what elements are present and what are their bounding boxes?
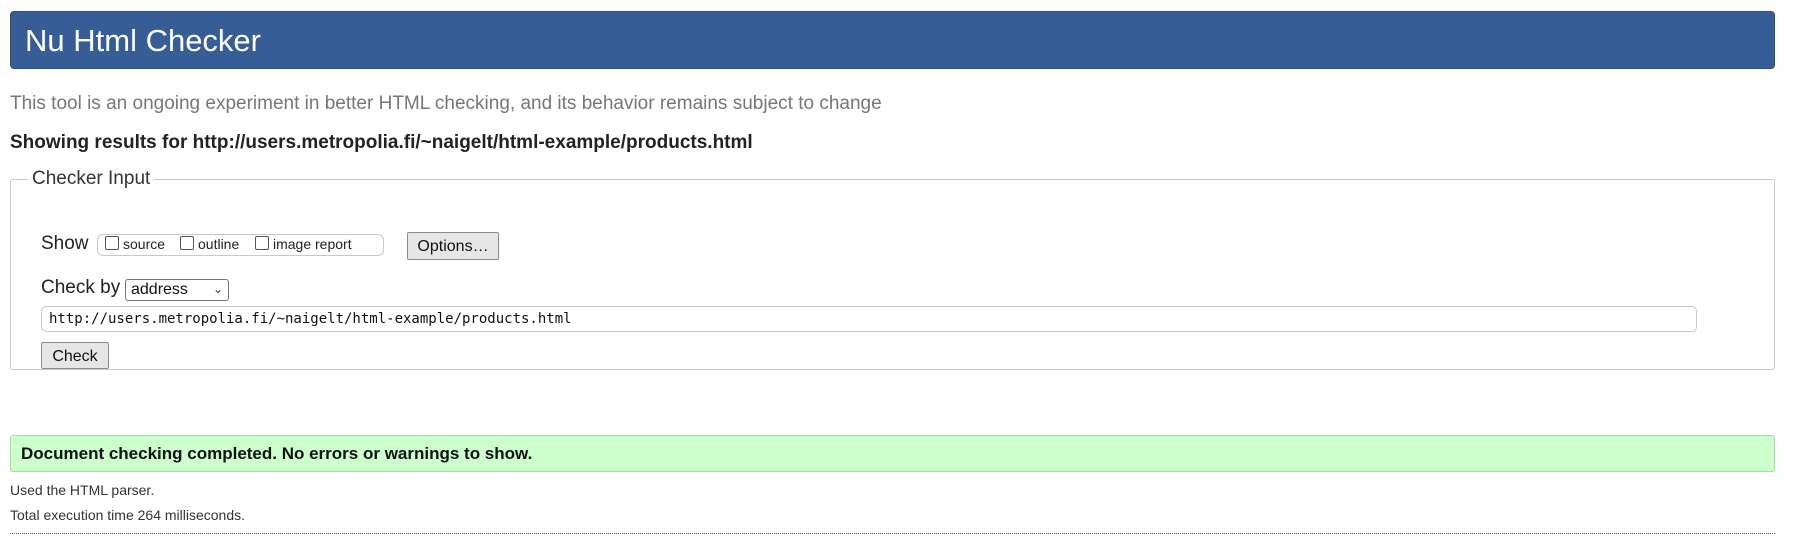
- show-label: Show: [41, 233, 89, 254]
- image-report-checkbox[interactable]: [255, 236, 269, 250]
- chevron-down-icon: ⌄: [212, 282, 223, 296]
- outline-checkbox[interactable]: [180, 236, 194, 250]
- checker-input-legend: Checker Input: [32, 168, 151, 189]
- check-by-selected-value: address: [131, 281, 188, 298]
- options-button[interactable]: Options…: [407, 232, 499, 260]
- source-checkbox[interactable]: [105, 236, 119, 250]
- source-checkbox-label: source: [123, 236, 166, 252]
- success-message: Document checking completed. No errors o…: [21, 444, 533, 463]
- divider: [10, 533, 1775, 534]
- success-message-box: Document checking completed. No errors o…: [10, 435, 1775, 472]
- page: Nu Html Checker This tool is an ongoing …: [0, 0, 1795, 546]
- showing-results-heading: Showing results for http://users.metropo…: [10, 132, 753, 153]
- check-by-label: Check by: [41, 277, 121, 298]
- page-title: Nu Html Checker: [25, 23, 261, 58]
- execution-time: Total execution time 264 milliseconds.: [10, 507, 246, 523]
- show-outline-option[interactable]: outline: [180, 236, 239, 252]
- image-report-checkbox-label: image report: [273, 236, 352, 252]
- url-input[interactable]: http://users.metropolia.fi/~naigelt/html…: [41, 306, 1697, 332]
- show-options-group: source outline image report: [97, 234, 384, 256]
- checker-input-fieldset: Checker Input Show source outline image …: [10, 168, 1775, 370]
- outline-checkbox-label: outline: [198, 236, 240, 252]
- check-button[interactable]: Check: [41, 342, 109, 369]
- show-source-option[interactable]: source: [105, 236, 165, 252]
- header-bar: Nu Html Checker: [10, 11, 1775, 69]
- show-image-report-option[interactable]: image report: [255, 236, 352, 252]
- check-by-select[interactable]: address ⌄: [125, 279, 229, 301]
- parser-info: Used the HTML parser.: [10, 482, 155, 498]
- tagline: This tool is an ongoing experiment in be…: [10, 93, 882, 114]
